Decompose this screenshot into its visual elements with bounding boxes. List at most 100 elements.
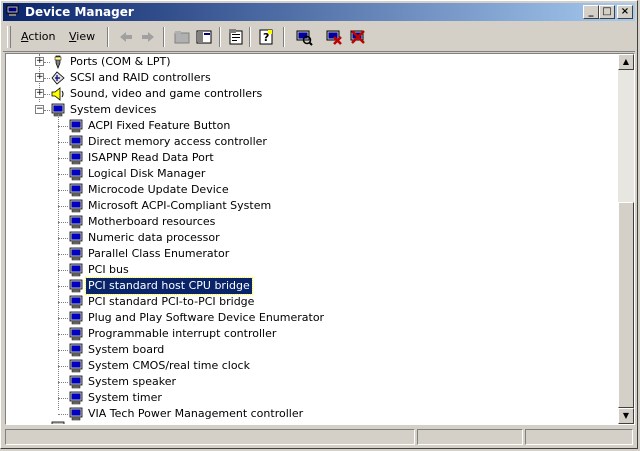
window-title: Device Manager [25, 5, 134, 19]
device-row[interactable]: Direct memory access controller [6, 134, 606, 150]
partial-category-icon [51, 421, 65, 424]
system-device-icon [69, 151, 83, 165]
toolbar-separator [283, 27, 285, 47]
tree-category-scsi[interactable]: + SCSI and RAID controllers [6, 70, 606, 86]
forward-icon[interactable] [139, 28, 157, 46]
device-row[interactable]: PCI bus [6, 262, 606, 278]
tree-connector [58, 334, 68, 335]
status-bar [3, 429, 635, 447]
device-row[interactable]: Microsoft ACPI-Compliant System [6, 198, 606, 214]
vertical-scrollbar[interactable]: ▲ ▼ [618, 54, 634, 424]
scsi-icon [51, 71, 65, 85]
menu-view[interactable]: View [69, 30, 95, 43]
device-label: PCI standard PCI-to-PCI bridge [88, 295, 255, 308]
device-tree: + Ports (COM & LPT) + SCSI and RAID cont… [6, 54, 618, 424]
scan-hardware-icon[interactable] [295, 28, 313, 46]
minimize-button[interactable]: _ [583, 5, 599, 19]
system-device-icon [69, 327, 83, 341]
expand-ports-button[interactable]: + [35, 57, 44, 66]
device-row[interactable]: Programmable interrupt controller [6, 326, 606, 342]
expand-scsi-button[interactable]: + [35, 73, 44, 82]
tree-category-sound[interactable]: + Sound, video and game controllers [6, 86, 606, 102]
scroll-up-button[interactable]: ▲ [618, 54, 634, 70]
device-label: Numeric data processor [88, 231, 220, 244]
device-label: System timer [88, 391, 162, 404]
device-label: Microsoft ACPI-Compliant System [88, 199, 272, 212]
tree-connector [58, 190, 68, 191]
system-device-icon [69, 263, 83, 277]
system-device-icon [69, 295, 83, 309]
device-row[interactable]: ISAPNP Read Data Port [6, 150, 606, 166]
tree-category-label: Sound, video and game controllers [70, 87, 263, 100]
tree-connector [58, 254, 68, 255]
tree-connector [58, 158, 68, 159]
expand-sound-button[interactable]: + [35, 89, 44, 98]
device-row[interactable]: Plug and Play Software Device Enumerator [6, 310, 606, 326]
maximize-button[interactable]: □ [599, 5, 615, 19]
scrollbar-thumb[interactable] [618, 202, 634, 408]
toolbar-separator [219, 27, 221, 47]
device-row[interactable]: PCI standard PCI-to-PCI bridge [6, 294, 606, 310]
system-device-icon [69, 167, 83, 181]
disable-device-icon[interactable] [349, 28, 367, 46]
device-label: System CMOS/real time clock [88, 359, 250, 372]
device-label: Logical Disk Manager [88, 167, 206, 180]
tree-connector [58, 318, 68, 319]
scroll-down-button[interactable]: ▼ [618, 408, 634, 424]
tree-category-partial [6, 420, 606, 424]
tree-connector [58, 398, 68, 399]
device-row[interactable]: System board [6, 342, 606, 358]
help-icon[interactable]: ? [257, 28, 275, 46]
tree-category-ports[interactable]: + Ports (COM & LPT) [6, 54, 606, 70]
up-folder-icon[interactable] [173, 28, 191, 46]
properties-icon[interactable] [227, 28, 245, 46]
device-manager-app-icon [6, 5, 19, 16]
system-device-icon [69, 199, 83, 213]
uninstall-icon[interactable] [325, 28, 343, 46]
device-row[interactable]: System CMOS/real time clock [6, 358, 606, 374]
device-label: PCI standard host CPU bridge [85, 277, 253, 295]
device-label: Plug and Play Software Device Enumerator [88, 311, 325, 324]
back-icon[interactable] [117, 28, 135, 46]
close-button[interactable]: × [617, 5, 633, 19]
tree-connector [58, 414, 68, 415]
toolbar-separator [249, 27, 251, 47]
menu-action[interactable]: Action [21, 30, 55, 43]
device-label: Direct memory access controller [88, 135, 267, 148]
device-row[interactable]: Microcode Update Device [6, 182, 606, 198]
device-row[interactable]: System speaker [6, 374, 606, 390]
tree-connector [58, 350, 68, 351]
device-row[interactable]: ACPI Fixed Feature Button [6, 118, 606, 134]
device-row[interactable]: Numeric data processor [6, 230, 606, 246]
device-row[interactable]: Logical Disk Manager [6, 166, 606, 182]
device-row[interactable]: PCI standard host CPU bridge [6, 277, 606, 295]
system-device-icon [69, 183, 83, 197]
tree-connector [58, 206, 68, 207]
system-device-icon [69, 135, 83, 149]
system-device-icon [69, 311, 83, 325]
device-row[interactable]: Parallel Class Enumerator [6, 246, 606, 262]
menu-view-rest: iew [76, 30, 96, 43]
show-hide-tree-icon[interactable] [195, 28, 213, 46]
device-label: Motherboard resources [88, 215, 216, 228]
device-label: System speaker [88, 375, 177, 388]
system-device-icon [69, 231, 83, 245]
system-device-icon [69, 247, 83, 261]
tree-category-system-devices[interactable]: − System devices [6, 102, 606, 118]
device-label: ISAPNP Read Data Port [88, 151, 214, 164]
tree-category-label: Ports (COM & LPT) [70, 55, 171, 68]
title-bar[interactable]: Device Manager _ □ × [3, 3, 635, 21]
toolbar-separator [107, 27, 109, 47]
device-row[interactable]: System timer [6, 390, 606, 406]
collapse-system-devices-button[interactable]: − [35, 105, 44, 114]
device-label: PCI bus [88, 263, 129, 276]
system-device-icon [69, 215, 83, 229]
system-device-icon [69, 359, 83, 373]
toolbar-grip[interactable] [7, 26, 11, 48]
status-panel-2 [417, 429, 523, 445]
tree-connector [58, 270, 68, 271]
device-row[interactable]: Motherboard resources [6, 214, 606, 230]
device-label: Parallel Class Enumerator [88, 247, 230, 260]
status-panel-3 [525, 429, 633, 445]
tree-connector [58, 302, 68, 303]
